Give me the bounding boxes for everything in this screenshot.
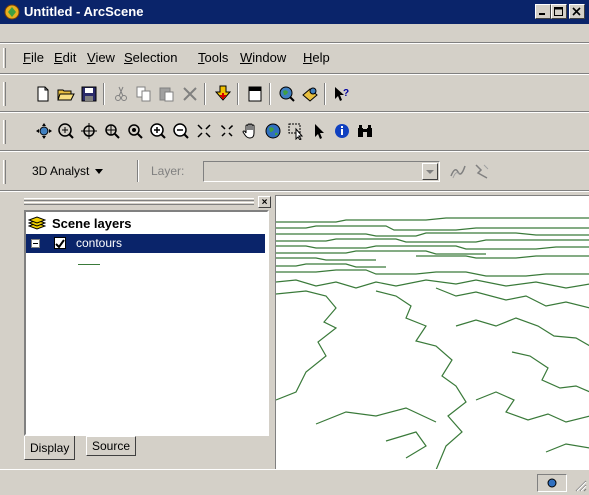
title-bar[interactable]: Untitled - ArcScene — [0, 0, 589, 24]
maximize-button[interactable] — [551, 4, 567, 19]
toolbar-separator — [237, 83, 239, 105]
layers-stack-icon — [27, 216, 47, 230]
full-extent-globe-icon[interactable] — [262, 120, 284, 142]
contours-rendering — [276, 217, 589, 469]
toolbar-separator — [204, 83, 206, 105]
layer-legend-symbol — [78, 264, 100, 265]
chevron-down-icon[interactable] — [422, 163, 438, 180]
zoom-out-icon[interactable] — [170, 120, 192, 142]
fixed-zoom-out-icon[interactable] — [216, 120, 238, 142]
pan-hand-icon[interactable] — [239, 120, 261, 142]
copy-button[interactable] — [133, 83, 155, 105]
toolbox-icon[interactable] — [299, 83, 321, 105]
window-title: Untitled - ArcScene — [24, 4, 144, 19]
toolbar-separator — [103, 83, 105, 105]
tab-display[interactable]: Display — [24, 436, 76, 460]
toolbar-separator — [269, 83, 271, 105]
resize-grip-icon[interactable] — [573, 478, 587, 492]
find-binoculars-icon[interactable] — [354, 120, 376, 142]
layer-row-contours[interactable]: contours — [26, 234, 265, 253]
3d-analyst-menu-button[interactable]: 3D Analyst — [28, 160, 107, 182]
zoom-in-icon[interactable] — [147, 120, 169, 142]
select-elements-arrow-icon[interactable] — [308, 120, 330, 142]
layer-label: Layer: — [151, 164, 185, 178]
tools-toolbar — [0, 114, 589, 150]
delete-button[interactable] — [179, 83, 201, 105]
toc-header[interactable]: × — [22, 195, 273, 209]
globe-status-icon — [547, 478, 557, 488]
status-panel — [537, 474, 567, 492]
identify-info-icon[interactable] — [331, 120, 353, 142]
layer-select[interactable] — [203, 161, 440, 182]
layer-name[interactable]: contours — [76, 236, 122, 251]
divider — [0, 190, 589, 192]
set-observer-icon[interactable] — [124, 120, 146, 142]
table-of-contents-panel: × Scene layers contours Display Source — [22, 195, 273, 467]
steepest-path-icon[interactable] — [471, 160, 493, 182]
toolbar-grip[interactable] — [3, 120, 6, 144]
paste-button[interactable] — [156, 83, 178, 105]
divider — [0, 150, 589, 152]
arcscene-window: Untitled - ArcScene File Edit View Selec… — [0, 0, 589, 495]
status-bar — [0, 469, 589, 495]
whats-this-help-button[interactable]: ? — [331, 83, 353, 105]
layer-tree: Scene layers contours — [24, 210, 269, 436]
zoom-to-target-icon[interactable] — [101, 120, 123, 142]
divider — [0, 111, 589, 113]
dock-grip[interactable] — [24, 202, 254, 205]
scene-layers-root[interactable]: Scene layers — [27, 216, 132, 235]
svg-text:?: ? — [343, 88, 349, 99]
scene-view[interactable] — [275, 195, 589, 469]
select-graphics-icon[interactable] — [285, 120, 307, 142]
fixed-zoom-in-icon[interactable] — [193, 120, 215, 142]
scene-layers-label: Scene layers — [52, 216, 132, 231]
minimize-button[interactable] — [535, 4, 551, 19]
standard-toolbar: ? — [0, 76, 589, 112]
3d-analyst-toolbar: 3D Analyst Layer: — [0, 154, 589, 190]
menu-edit[interactable]: Edit — [54, 50, 76, 66]
arcscene-app-icon[interactable] — [4, 4, 20, 20]
add-data-button[interactable] — [212, 83, 234, 105]
navigate-icon[interactable] — [33, 120, 55, 142]
menu-selection[interactable]: Selection — [124, 50, 177, 66]
toolbar-grip[interactable] — [3, 82, 6, 106]
menu-file[interactable]: File — [23, 50, 44, 66]
menu-tools[interactable]: Tools — [198, 50, 228, 66]
contour-tool-icon[interactable] — [447, 160, 469, 182]
menu-help[interactable]: Help — [303, 50, 330, 66]
target-center-icon[interactable] — [78, 120, 100, 142]
collapse-toggle-icon[interactable] — [31, 239, 40, 248]
open-folder-button[interactable] — [55, 83, 77, 105]
magnifier-globe-icon[interactable] — [276, 83, 298, 105]
tab-source[interactable]: Source — [86, 436, 137, 456]
close-window-button[interactable] — [569, 4, 585, 19]
menu-window[interactable]: Window — [240, 50, 286, 66]
new-document-button[interactable] — [32, 83, 54, 105]
save-button[interactable] — [78, 83, 100, 105]
menu-view[interactable]: View — [87, 50, 115, 66]
close-icon[interactable]: × — [258, 196, 271, 208]
toolbar-grip[interactable] — [3, 48, 6, 68]
layer-visibility-checkbox[interactable] — [54, 237, 66, 249]
scene-properties-button[interactable] — [244, 83, 266, 105]
divider — [0, 73, 589, 75]
dropdown-caret-icon — [95, 169, 104, 175]
menu-bar: File Edit View Selection Tools Window He… — [0, 46, 589, 70]
toolbar-separator — [324, 83, 326, 105]
dock-grip[interactable] — [24, 198, 254, 201]
toolbar-separator — [137, 160, 139, 182]
divider — [0, 42, 589, 44]
cut-button[interactable] — [110, 83, 132, 105]
toolbar-grip[interactable] — [3, 160, 6, 184]
fly-icon[interactable] — [55, 120, 77, 142]
